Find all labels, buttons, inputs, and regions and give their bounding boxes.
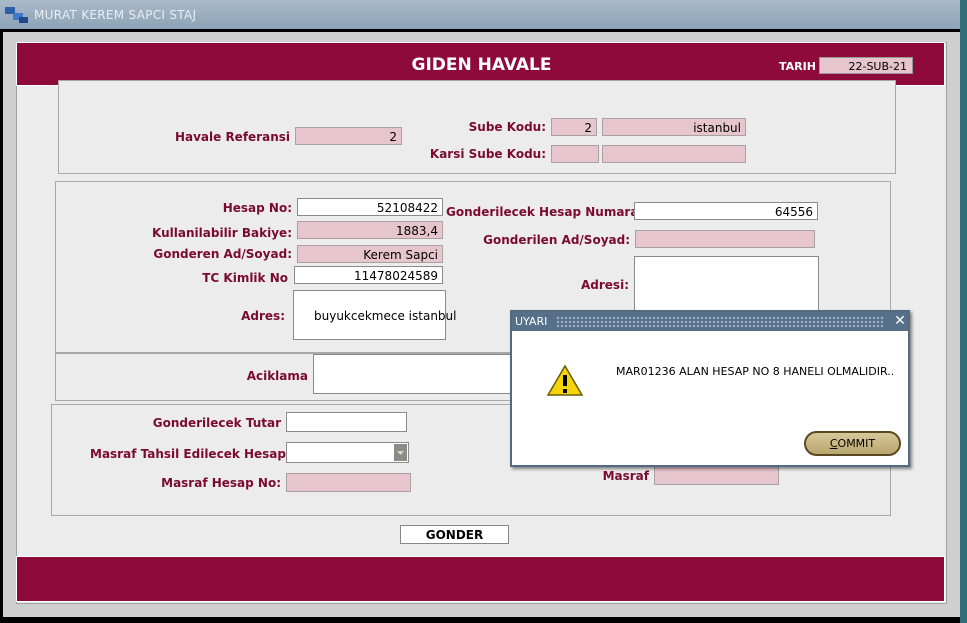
dialog-message: MAR01236 ALAN HESAP NO 8 HANELI OLMALIDI… (616, 365, 895, 378)
app-icon (5, 7, 28, 23)
karsi-sube-kodu-field[interactable] (551, 145, 599, 163)
bakiye-field[interactable]: 1883,4 (297, 221, 443, 239)
adres-textarea[interactable]: buyukcekmece istanbul (293, 290, 456, 340)
masraf-field[interactable] (654, 466, 779, 485)
sube-kodu-field[interactable]: 2 (551, 118, 597, 136)
gonderilen-ad-soyad-field[interactable] (635, 230, 815, 248)
adres-text: buyukcekmece istanbul (314, 309, 457, 323)
bakiye-label: Kullanilabilir Bakiye: (152, 226, 292, 240)
karsi-sube-adi-field[interactable] (602, 145, 746, 163)
sube-kodu-label: Sube Kodu: (468, 120, 546, 134)
tc-kimlik-no-input[interactable]: 11478024589 (294, 266, 443, 284)
window-title: MURAT KEREM SAPCI STAJ (34, 8, 197, 22)
commit-button[interactable]: COMMIT (804, 431, 901, 456)
masraf-hesap-no-label: Masraf Hesap No: (161, 476, 281, 490)
warning-icon (546, 364, 584, 396)
adres-label: Adres: (241, 309, 285, 323)
gonderen-ad-soyad-field[interactable]: Kerem Sapci (297, 245, 443, 263)
chevron-down-icon (397, 451, 404, 455)
havale-referansi-label: Havale Referansi (174, 130, 290, 144)
adresi-label: Adresi: (581, 278, 629, 292)
hesap-no-input[interactable]: 52108422 (297, 198, 443, 216)
aciklama-label: Aciklama (246, 369, 308, 383)
date-field: 22-SUB-21 (819, 57, 913, 74)
close-icon[interactable]: ✕ (892, 313, 908, 329)
masraf-tahsil-dropdown-button[interactable] (394, 444, 407, 461)
form-footer (16, 556, 945, 602)
date-label: TARIH (779, 60, 816, 73)
karsi-sube-kodu-label: Karsi Sube Kodu: (429, 147, 546, 161)
gonderilecek-tutar-label: Gonderilecek Tutar (152, 416, 281, 430)
alert-dialog: UYARI ✕ MAR01236 ALAN HESAP NO 8 HANELI … (510, 310, 910, 467)
masraf-tahsil-select[interactable] (286, 442, 409, 463)
tc-kimlik-no-label: TC Kimlik No (202, 271, 288, 285)
commit-label: OMMIT (837, 437, 876, 450)
gonderen-ad-soyad-label: Gonderen Ad/Soyad: (153, 247, 292, 261)
havale-referansi-field[interactable]: 2 (295, 127, 402, 145)
dialog-title-bar[interactable]: UYARI ✕ (512, 312, 908, 331)
masraf-label: Masraf (602, 469, 649, 483)
sube-adi-field[interactable]: istanbul (602, 118, 746, 136)
dialog-title: UYARI (515, 315, 548, 328)
gonderilecek-hesap-label: Gonderilecek Hesap Numarasi (446, 205, 650, 219)
gonderilen-ad-soyad-label: Gonderilen Ad/Soyad: (483, 233, 630, 247)
gonder-button[interactable]: GONDER (400, 525, 509, 544)
adresi-textarea[interactable] (634, 256, 819, 312)
title-bar[interactable]: MURAT KEREM SAPCI STAJ (0, 0, 960, 29)
masraf-tahsil-label: Masraf Tahsil Edilecek Hesap (90, 447, 286, 461)
gonderilecek-hesap-input[interactable]: 64556 (634, 202, 818, 220)
commit-mnemonic: C (829, 437, 838, 450)
hesap-no-label: Hesap No: (222, 201, 292, 215)
dialog-title-pattern (556, 316, 884, 327)
gonderilecek-tutar-input[interactable] (286, 412, 407, 432)
masraf-hesap-no-field[interactable] (286, 473, 411, 492)
